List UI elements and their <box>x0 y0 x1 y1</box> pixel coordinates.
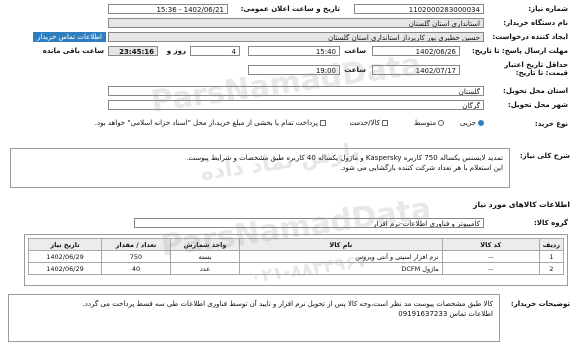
cell-unit: عدد <box>170 262 240 275</box>
checkbox-icon <box>320 120 326 126</box>
province-field: گلستان <box>108 86 484 96</box>
buyer-label: نام دستگاه خریدار: <box>503 19 568 27</box>
cell-row: 2 <box>538 262 565 275</box>
validity-time-label: ساعت <box>344 66 366 74</box>
goods-group-label: گروه کالا: <box>533 219 568 227</box>
cell-quantity: 750 <box>101 250 171 263</box>
summary-panel: تمدید لایسنس یکساله 750 کاربره Kaspersky… <box>10 148 510 188</box>
col-need-date: تاریخ نیاز <box>28 238 102 251</box>
buyer-notes-line-1: کالا طبق مشخصات پیوست مد نظر است،وجه کال… <box>82 300 493 308</box>
need-number-label: شماره نیاز: <box>528 5 568 13</box>
cell-name: نرم افزار امنیتی و آنتی ویروس <box>239 250 443 263</box>
summary-line-2: این استعلام با هر تعداد شرکت کننده بازگش… <box>340 164 503 172</box>
remaining-time-field: 23:45:16 <box>108 46 158 56</box>
creator-field: حسین خطیری پور کارپرداز استانداری استان … <box>108 32 484 42</box>
cell-name: ماژول DCFM <box>239 262 443 275</box>
goods-table: ردیف کد کالا نام کالا واحد شمارش تعداد /… <box>28 238 565 275</box>
buyer-contact-link[interactable]: اطلاعات تماس خریدار <box>33 32 106 42</box>
treasury-payment-note: پرداخت تمام یا بخشی از مبلغ خرید،از محل … <box>95 119 326 127</box>
purchase-type-label: نوع خرید: <box>534 120 568 128</box>
cell-need-date: 1402/06/29 <box>28 250 102 263</box>
col-name: نام کالا <box>239 238 443 251</box>
creator-label: ایجاد کننده درخواست: <box>492 33 568 41</box>
goods-table-panel: ردیف کد کالا نام کالا واحد شمارش تعداد /… <box>24 234 568 286</box>
radio-unselected-icon <box>438 120 444 126</box>
validity-label: حداقل تاریخ اعتبار قیمت: تا تاریخ: <box>504 61 568 77</box>
purchase-type-medium[interactable]: متوسط <box>414 119 444 127</box>
validity-date-field: 1402/07/17 <box>372 65 460 75</box>
goods-service-label: کالا/خدمت <box>349 119 380 127</box>
province-label: استان محل تحویل: <box>503 87 568 95</box>
buyer-notes-panel: کالا طبق مشخصات پیوست مد نظر است،وجه کال… <box>8 294 500 342</box>
summary-line-1: تمدید لایسنس یکساله 750 کاربره Kaspersky… <box>186 154 503 162</box>
goods-service-checkbox[interactable]: کالا/خدمت <box>350 119 388 127</box>
need-number-field: 1102000283000034 <box>354 4 484 14</box>
goods-group-field: کامپیوتر و فناوری اطلاعات-نرم افزار <box>134 218 484 228</box>
cell-unit: بسته <box>170 250 240 263</box>
radio-selected-icon <box>478 120 484 126</box>
col-row: ردیف <box>538 238 565 251</box>
treasury-payment-note-text: پرداخت تمام یا بخشی از مبلغ خرید،از محل … <box>94 119 318 127</box>
deadline-date-field: 1402/06/26 <box>372 46 460 56</box>
announce-date-field: 1402/06/21 - 15:36 <box>108 4 228 14</box>
purchase-type-partial[interactable]: جزیی <box>460 119 484 127</box>
buyer-field: استانداری استان گلستان <box>108 18 484 28</box>
deadline-time-field: 15:40 <box>248 46 340 56</box>
cell-code: -- <box>441 262 540 275</box>
remaining-time-label: ساعت باقی مانده <box>42 47 104 55</box>
city-field: گرگان <box>108 100 484 110</box>
remaining-days-label: روز و <box>166 47 186 55</box>
purchase-type-partial-label: جزیی <box>460 119 476 127</box>
goods-table-header: ردیف کد کالا نام کالا واحد شمارش تعداد /… <box>28 238 565 251</box>
cell-row: 1 <box>538 250 565 263</box>
remaining-days-field: 4 <box>190 46 240 56</box>
table-row[interactable]: 1 -- نرم افزار امنیتی و آنتی ویروس بسته … <box>28 250 565 263</box>
cell-quantity: 40 <box>101 262 171 275</box>
col-code: کد کالا <box>441 238 540 251</box>
validity-time-field: 19:00 <box>248 65 340 75</box>
buyer-notes-line-2: اطلاعات تماس 09191637233 <box>398 310 493 318</box>
announce-date-label: تاریخ و ساعت اعلان عمومی: <box>240 5 340 13</box>
buyer-notes-label: توضیحات خریدار: <box>510 300 570 308</box>
summary-label: شرح کلی نیاز: <box>519 152 570 160</box>
checkbox-icon <box>382 120 388 126</box>
col-quantity: تعداد / مقدار <box>101 238 171 251</box>
cell-need-date: 1402/06/29 <box>28 262 102 275</box>
deadline-time-label: ساعت <box>344 47 366 55</box>
deadline-label: مهلت ارسال پاسخ: تا تاریخ: <box>472 47 568 55</box>
cell-code: -- <box>441 250 540 263</box>
city-label: شهر محل تحویل: <box>507 101 568 109</box>
purchase-type-medium-label: متوسط <box>414 119 436 127</box>
goods-section-title: اطلاعات کالاهای مورد نیاز <box>473 200 570 209</box>
col-unit: واحد شمارش <box>170 238 240 251</box>
table-row[interactable]: 2 -- ماژول DCFM عدد 40 1402/06/29 <box>28 262 565 275</box>
